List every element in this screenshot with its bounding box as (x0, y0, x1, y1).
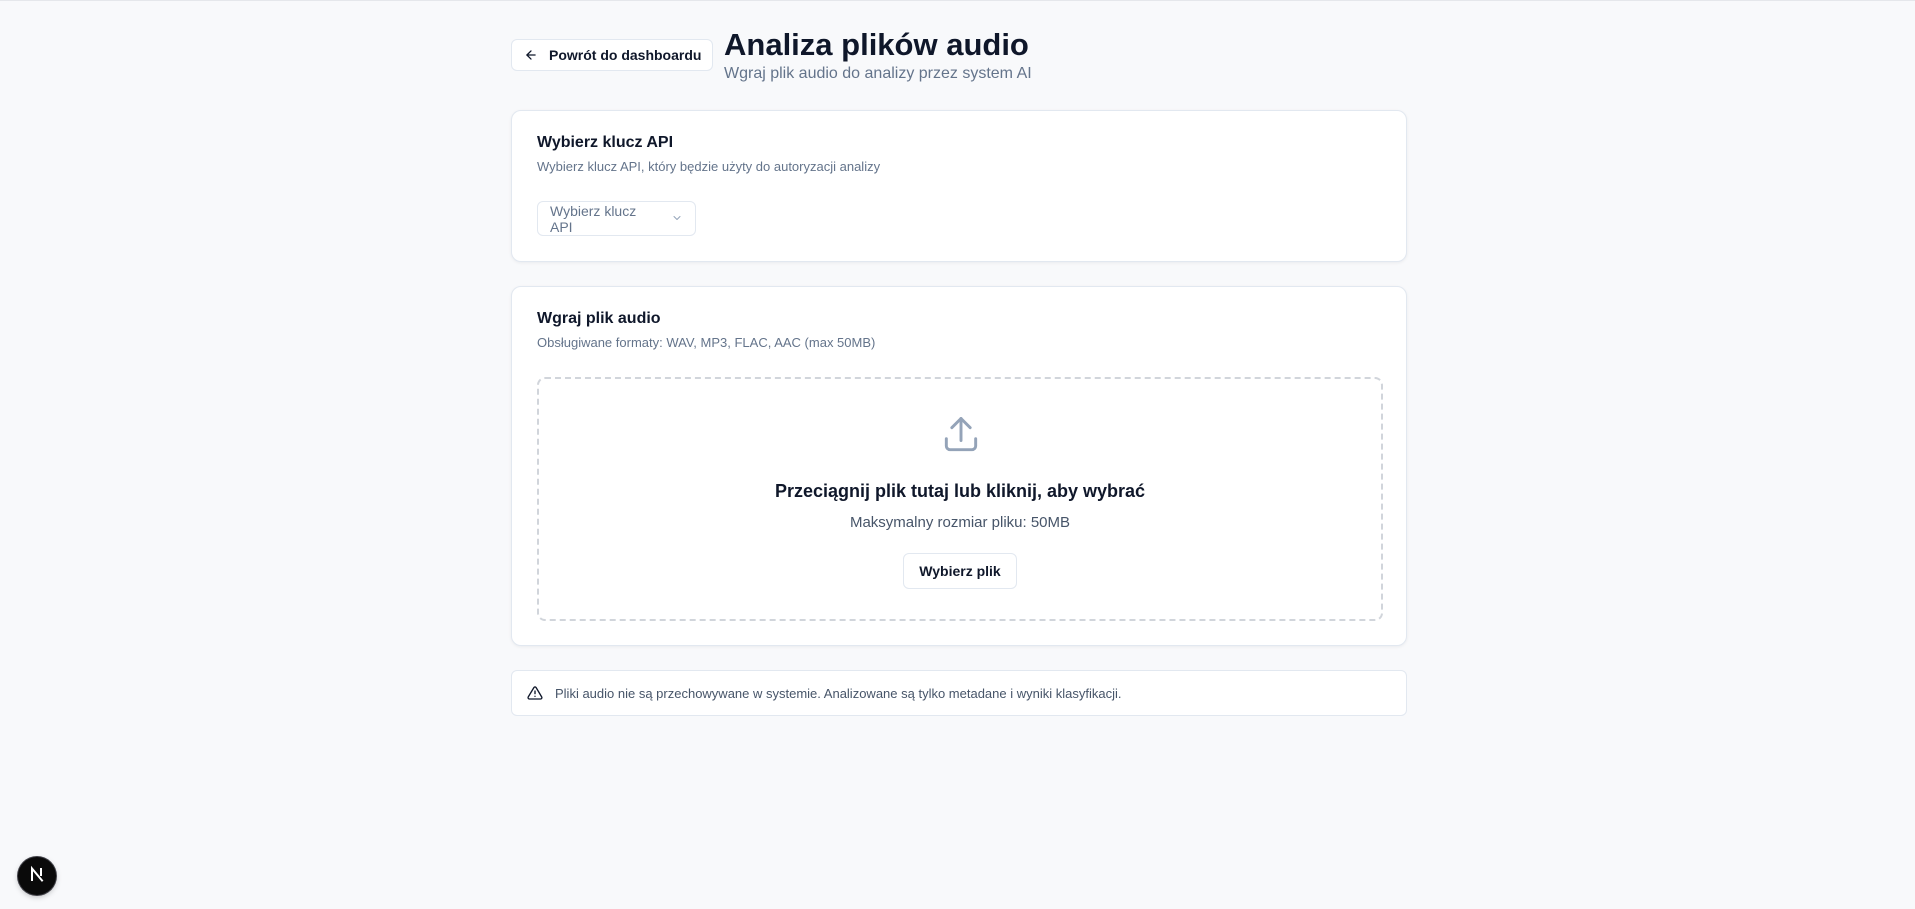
file-dropzone[interactable]: Przeciągnij plik tutaj lub kliknij, aby … (537, 377, 1383, 621)
api-key-select[interactable]: Wybierz klucz API (537, 201, 696, 236)
storage-notice: Pliki audio nie są przechowywane w syste… (511, 670, 1407, 716)
page-header: Powrót do dashboardu Analiza plików audi… (511, 1, 1407, 109)
dropzone-subtitle: Maksymalny rozmiar pliku: 50MB (849, 514, 1071, 531)
api-key-card-title: Wybierz klucz API (537, 134, 674, 151)
upload-card: Wgraj plik audio Obsługiwane formaty: WA… (511, 286, 1407, 646)
alert-triangle-icon (527, 685, 543, 701)
storage-notice-text: Pliki audio nie są przechowywane w syste… (555, 685, 1122, 701)
chevron-down-icon (671, 211, 683, 227)
api-key-card: Wybierz klucz API Wybierz klucz API, któ… (511, 110, 1407, 262)
choose-file-button[interactable]: Wybierz plik (903, 553, 1017, 589)
back-to-dashboard-button[interactable]: Powrót do dashboardu (511, 39, 714, 71)
nextjs-dev-indicator[interactable] (18, 857, 56, 895)
upload-card-description: Obsługiwane formaty: WAV, MP3, FLAC, AAC… (537, 335, 876, 350)
api-key-select-placeholder: Wybierz klucz API (550, 202, 637, 235)
arrow-left-icon (524, 48, 538, 62)
back-button-label: Powrót do dashboardu (549, 47, 702, 63)
nextjs-logo-icon (28, 865, 46, 888)
api-key-card-description: Wybierz klucz API, który będzie użyty do… (537, 159, 881, 174)
upload-icon (939, 413, 983, 457)
upload-card-title: Wgraj plik audio (537, 310, 661, 327)
page-title: Analiza plików audio (724, 27, 1029, 62)
main-container: Powrót do dashboardu Analiza plików audi… (511, 1, 1407, 716)
dropzone-title: Przeciągnij plik tutaj lub kliknij, aby … (774, 481, 1146, 501)
page-subtitle: Wgraj plik audio do analizy przez system… (724, 65, 1032, 82)
